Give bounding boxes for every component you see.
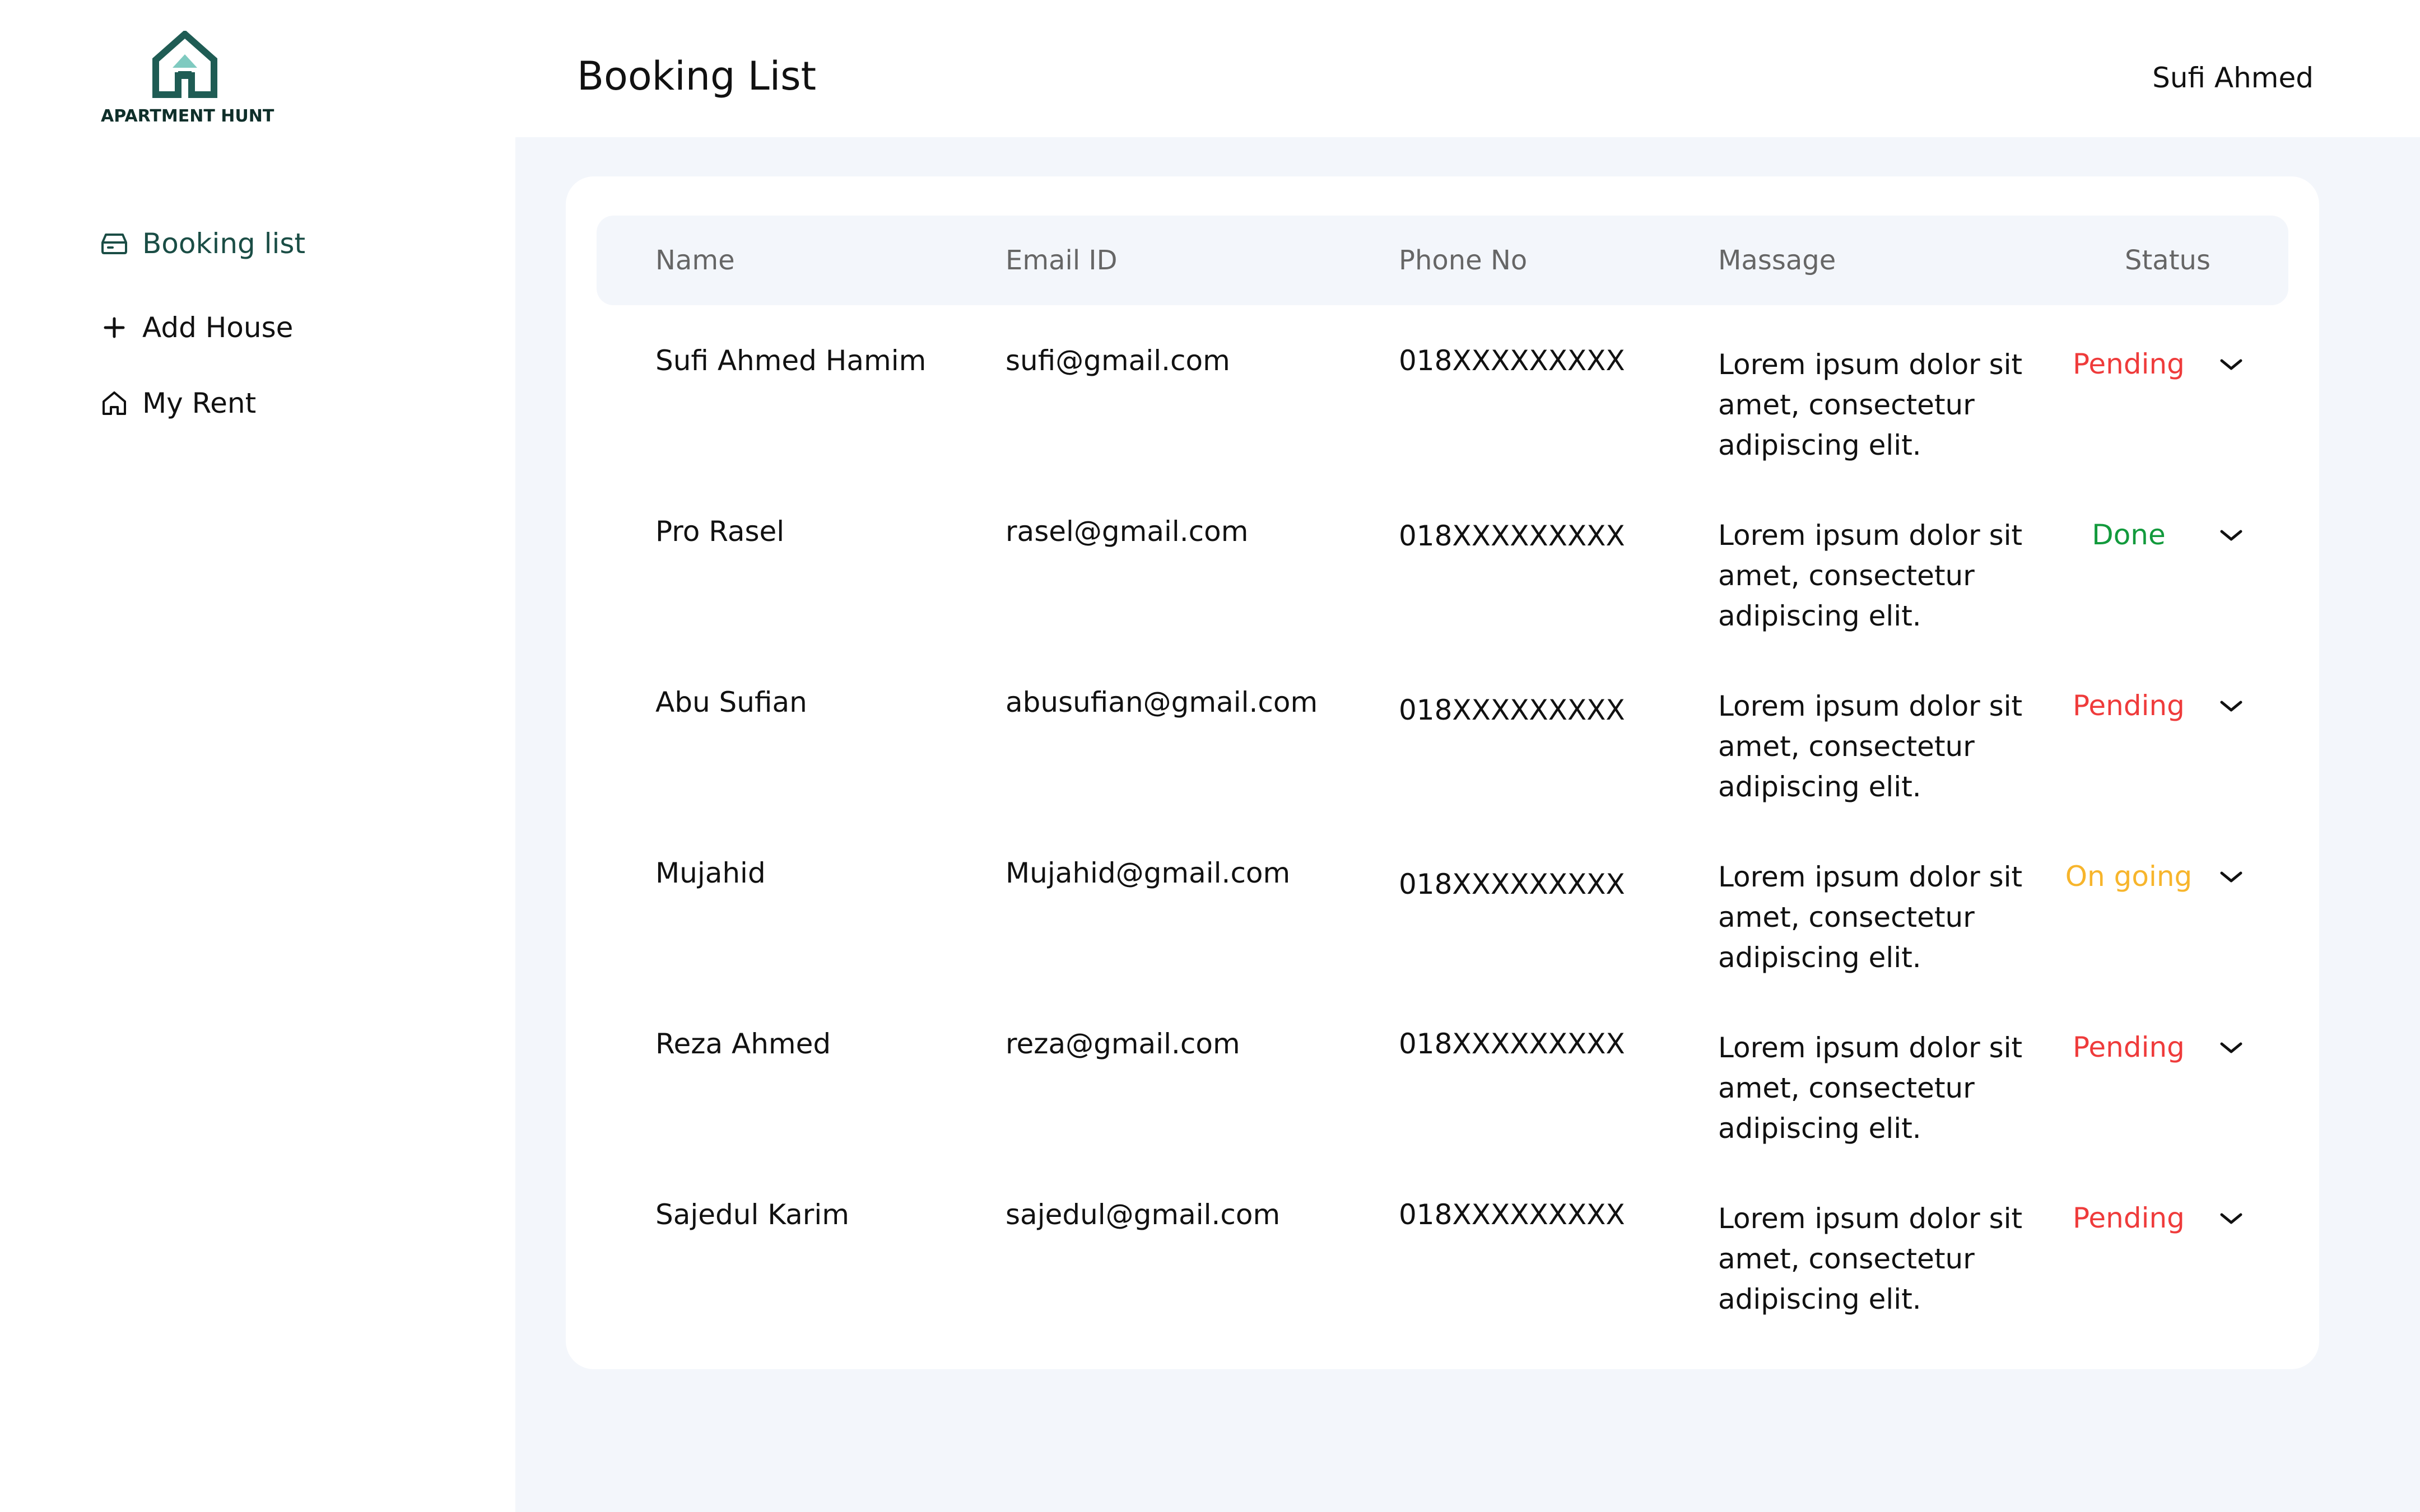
cell-email: sajedul@gmail.com: [1006, 1198, 1281, 1231]
cell-name: Abu Sufian: [655, 686, 807, 718]
cell-phone: 018XXXXXXXXX: [1399, 1028, 1625, 1060]
column-header-email: Email ID: [1006, 245, 1118, 276]
table-row: Pro Rasel rasel@gmail.com 018XXXXXXXXX L…: [566, 515, 2319, 683]
booking-table-card: Name Email ID Phone No Massage Status Su…: [566, 176, 2319, 1369]
message-line: amet, consectetur: [1718, 901, 1975, 934]
house-icon: [152, 31, 217, 98]
status-dropdown[interactable]: On going: [2056, 857, 2269, 896]
message-line: amet, consectetur: [1718, 1243, 1975, 1275]
cell-name: Sajedul Karim: [655, 1198, 849, 1231]
sidebar: APARTMENT HUNT Booking list Add House My…: [0, 0, 515, 1512]
message-line: Lorem ipsum dolor sit: [1718, 1032, 2023, 1064]
chevron-down-icon: [2218, 524, 2246, 546]
status-text: Pending: [2073, 348, 2185, 380]
message-line: adipiscing elit.: [1718, 600, 1921, 632]
table-row: Sufi Ahmed Hamim sufi@gmail.com 018XXXXX…: [566, 344, 2319, 512]
status-dropdown[interactable]: Pending: [2056, 1028, 2269, 1067]
sidebar-item-label: Booking list: [142, 227, 306, 260]
status-dropdown[interactable]: Pending: [2056, 344, 2269, 384]
cell-phone: 018XXXXXXXXX: [1399, 1198, 1625, 1231]
message-line: amet, consectetur: [1718, 730, 1975, 763]
cell-message: Lorem ipsum dolor sit amet, consectetur …: [1718, 344, 2054, 465]
cell-name: Pro Rasel: [655, 515, 785, 548]
message-line: amet, consectetur: [1718, 1072, 1975, 1104]
chevron-down-icon: [2218, 865, 2246, 888]
chevron-down-icon: [2218, 694, 2246, 717]
message-line: Lorem ipsum dolor sit: [1718, 861, 2023, 893]
cell-email: abusufian@gmail.com: [1006, 686, 1318, 718]
chevron-down-icon: [2218, 1036, 2246, 1058]
home-icon: [100, 389, 129, 418]
cell-phone: 018XXXXXXXXX: [1399, 868, 1625, 900]
message-line: adipiscing elit.: [1718, 771, 1921, 803]
cell-phone: 018XXXXXXXXX: [1399, 520, 1625, 552]
sidebar-item-booking-list[interactable]: Booking list: [100, 218, 436, 269]
cell-name: Reza Ahmed: [655, 1028, 831, 1060]
logo[interactable]: APARTMENT HUNT: [101, 31, 274, 132]
status-text: Done: [2092, 519, 2166, 551]
message-line: Lorem ipsum dolor sit: [1718, 690, 2023, 722]
table-row: Reza Ahmed reza@gmail.com 018XXXXXXXXX L…: [566, 1028, 2319, 1196]
chevron-down-icon: [2218, 1207, 2246, 1229]
message-line: Lorem ipsum dolor sit: [1718, 519, 2023, 552]
status-text: On going: [2065, 860, 2193, 893]
sidebar-item-label: My Rent: [142, 387, 257, 419]
user-name[interactable]: Sufi Ahmed: [2152, 62, 2314, 94]
status-dropdown[interactable]: Pending: [2056, 1198, 2269, 1238]
app-root: APARTMENT HUNT Booking list Add House My…: [0, 0, 2420, 1512]
message-line: Lorem ipsum dolor sit: [1718, 348, 2023, 381]
cell-message: Lorem ipsum dolor sit amet, consectetur …: [1718, 1028, 2054, 1149]
column-header-name: Name: [655, 245, 735, 276]
cell-email: sufi@gmail.com: [1006, 344, 1230, 377]
message-line: Lorem ipsum dolor sit: [1718, 1202, 2023, 1235]
main-content: Name Email ID Phone No Massage Status Su…: [515, 137, 2420, 1512]
status-dropdown[interactable]: Done: [2056, 515, 2269, 554]
cell-phone: 018XXXXXXXXX: [1399, 344, 1625, 377]
sidebar-item-my-rent[interactable]: My Rent: [100, 378, 436, 428]
cell-email: reza@gmail.com: [1006, 1028, 1240, 1060]
status-text: Pending: [2073, 1202, 2185, 1234]
cell-email: Mujahid@gmail.com: [1006, 857, 1291, 889]
page-title: Booking List: [577, 53, 817, 99]
cell-name: Sufi Ahmed Hamim: [655, 344, 927, 377]
table-row: Abu Sufian abusufian@gmail.com 018XXXXXX…: [566, 686, 2319, 854]
cell-message: Lorem ipsum dolor sit amet, consectetur …: [1718, 857, 2054, 978]
table-row: Sajedul Karim sajedul@gmail.com 018XXXXX…: [566, 1198, 2319, 1366]
cell-message: Lorem ipsum dolor sit amet, consectetur …: [1718, 515, 2054, 636]
logo-text: APARTMENT HUNT: [101, 106, 274, 126]
message-line: adipiscing elit.: [1718, 1112, 1921, 1145]
plus-icon: [100, 313, 129, 342]
table-row: Mujahid Mujahid@gmail.com 018XXXXXXXXX L…: [566, 857, 2319, 1025]
inbox-icon: [100, 229, 129, 258]
sidebar-item-add-house[interactable]: Add House: [100, 302, 436, 353]
cell-email: rasel@gmail.com: [1006, 515, 1249, 548]
cell-message: Lorem ipsum dolor sit amet, consectetur …: [1718, 1198, 2054, 1319]
message-line: adipiscing elit.: [1718, 941, 1921, 974]
column-header-status: Status: [2125, 245, 2210, 276]
column-header-phone: Phone No: [1399, 245, 1528, 276]
message-line: adipiscing elit.: [1718, 429, 1921, 461]
cell-message: Lorem ipsum dolor sit amet, consectetur …: [1718, 686, 2054, 807]
sidebar-item-label: Add House: [142, 311, 294, 344]
message-line: amet, consectetur: [1718, 389, 1975, 421]
status-text: Pending: [2073, 1031, 2185, 1063]
status-text: Pending: [2073, 689, 2185, 722]
message-line: amet, consectetur: [1718, 559, 1975, 592]
chevron-down-icon: [2218, 353, 2246, 375]
status-dropdown[interactable]: Pending: [2056, 686, 2269, 725]
column-header-message: Massage: [1718, 245, 1836, 276]
message-line: adipiscing elit.: [1718, 1283, 1921, 1315]
table-header: Name Email ID Phone No Massage Status: [597, 216, 2288, 305]
cell-phone: 018XXXXXXXXX: [1399, 694, 1625, 726]
cell-name: Mujahid: [655, 857, 766, 889]
